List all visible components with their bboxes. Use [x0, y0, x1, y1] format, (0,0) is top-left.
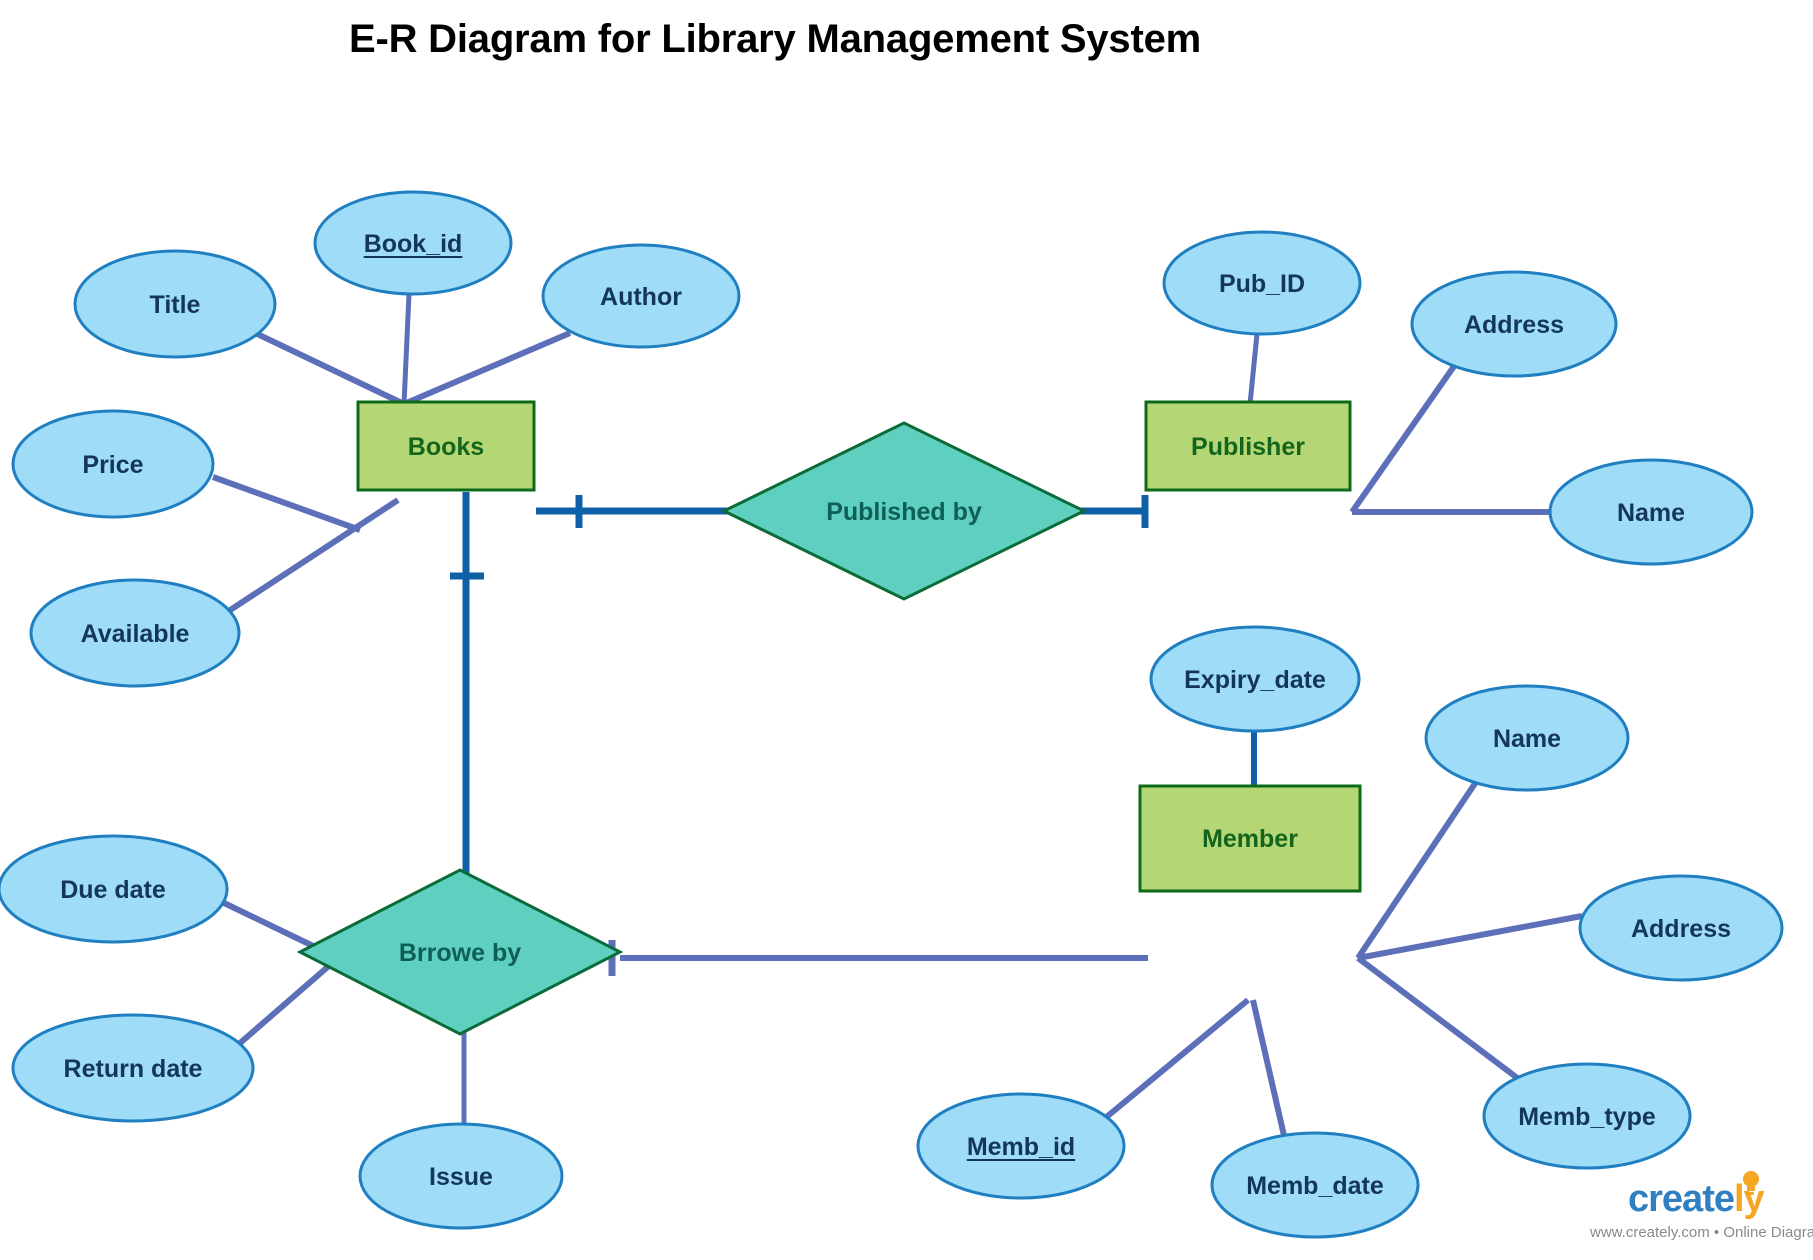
- connector-book_id-books: [401, 293, 412, 405]
- attribute-available[interactable]: [29, 578, 241, 688]
- attribute-title[interactable]: [73, 249, 277, 359]
- attribute-price[interactable]: [11, 409, 215, 519]
- connector-mem_address-member: [1357, 913, 1583, 961]
- attribute-memb-type[interactable]: [1482, 1062, 1692, 1170]
- connector-return_date-brrowe_by: [230, 955, 340, 1053]
- attribute-publisher-address[interactable]: [1410, 270, 1618, 378]
- connector-author-books: [402, 330, 572, 407]
- attribute-publisher-name[interactable]: [1548, 458, 1754, 566]
- creately-wordmark-create: create: [1628, 1178, 1735, 1220]
- entity-publisher[interactable]: [1144, 400, 1352, 492]
- creately-watermark: creately www.creately.com • Online Diagr…: [1590, 1171, 1813, 1250]
- connector-available-books: [213, 497, 400, 623]
- relationship-layer: [296, 421, 1088, 1036]
- connector-pub_address-publisher: [1349, 360, 1460, 514]
- connector-memb_date-member: [1250, 999, 1288, 1141]
- connector-pub_id-publisher: [1247, 333, 1260, 405]
- attribute-memb-id[interactable]: [916, 1092, 1126, 1200]
- connector-title-books: [247, 327, 406, 407]
- entity-books[interactable]: [356, 400, 536, 492]
- relationship-brrowe-by[interactable]: [296, 868, 624, 1036]
- connector-memb_type-member: [1356, 955, 1522, 1083]
- attribute-member-address[interactable]: [1578, 874, 1784, 982]
- attribute-memb-date[interactable]: [1210, 1131, 1420, 1239]
- attribute-book-id[interactable]: [313, 190, 513, 296]
- creately-tagline: www.creately.com • Online Diagramming: [1590, 1224, 1813, 1241]
- connector-price-books: [211, 474, 362, 533]
- attribute-issue[interactable]: [358, 1122, 564, 1230]
- connector-mem_name-member: [1355, 777, 1481, 960]
- attribute-layer: [0, 190, 1784, 1239]
- attribute-expiry-date[interactable]: [1149, 625, 1361, 733]
- attribute-pub-id[interactable]: [1162, 230, 1362, 336]
- connector-memb_id-member: [1096, 997, 1250, 1127]
- creately-wordmark: creately: [1628, 1178, 1765, 1221]
- attribute-member-name[interactable]: [1424, 684, 1630, 792]
- creately-wordmark-ly: ly: [1733, 1178, 1765, 1220]
- attribute-author[interactable]: [541, 243, 741, 349]
- diagram-shapes: [0, 190, 1784, 1239]
- er-diagram-canvas: E-R Diagram for Library Management Syste…: [0, 0, 1813, 1260]
- entity-member[interactable]: [1138, 784, 1362, 893]
- attribute-return-date[interactable]: [11, 1013, 255, 1123]
- attribute-due-date[interactable]: [0, 834, 229, 944]
- relationship-published-by[interactable]: [720, 421, 1088, 601]
